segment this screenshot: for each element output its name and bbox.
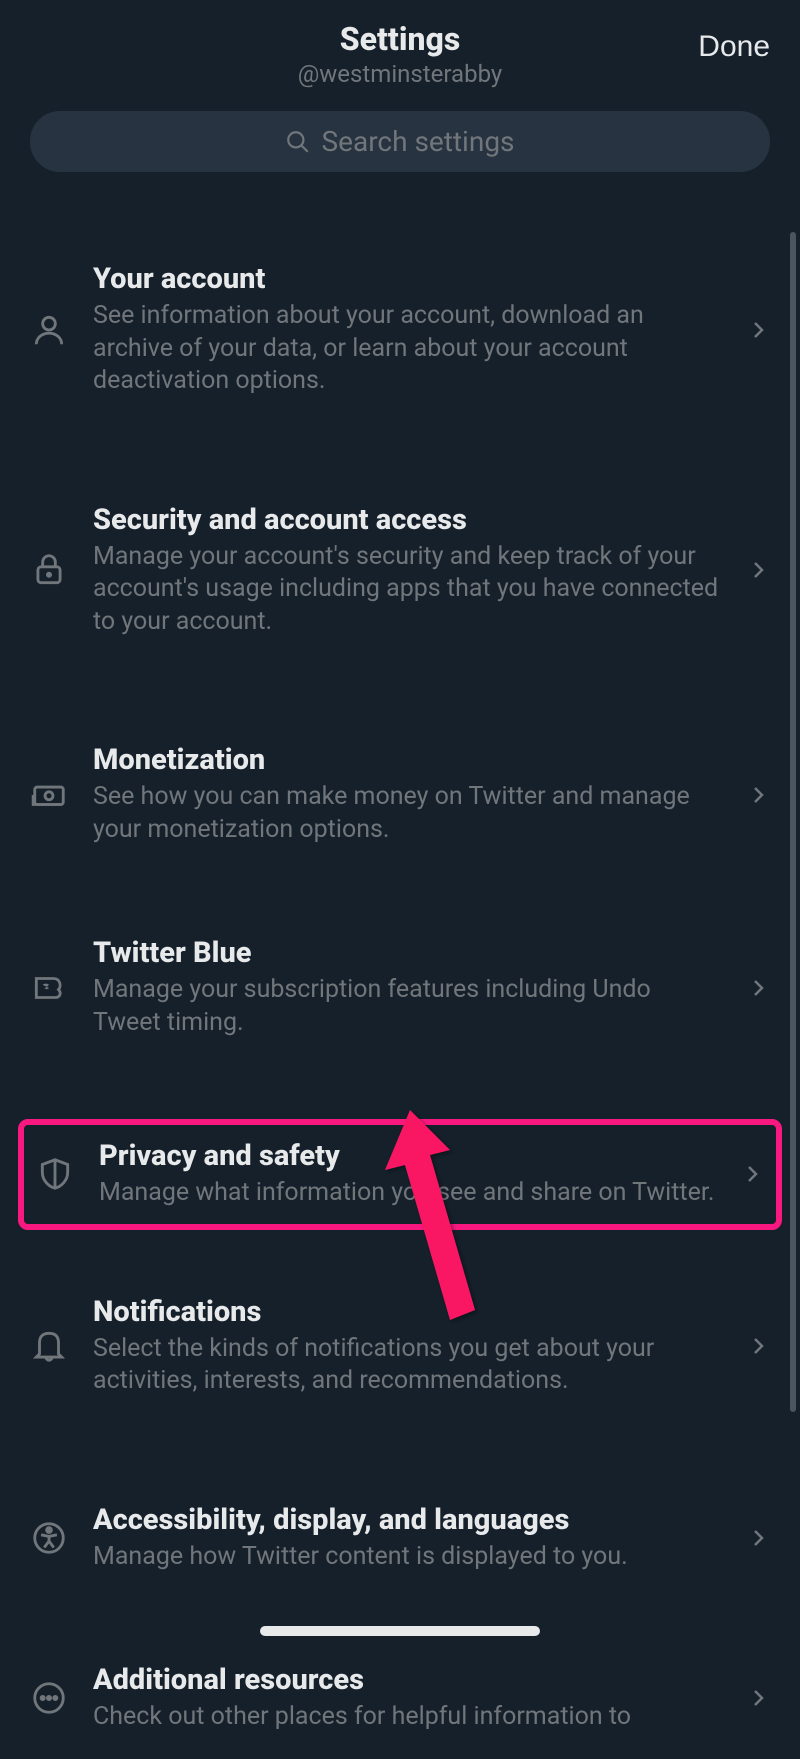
item-description: Manage how Twitter content is displayed … xyxy=(93,1541,721,1574)
chevron-right-icon xyxy=(746,1334,770,1358)
lock-icon xyxy=(30,551,68,589)
item-description: Manage your account's security and keep … xyxy=(93,541,721,639)
shield-icon xyxy=(36,1155,74,1193)
chevron-right-icon xyxy=(746,1526,770,1550)
list-item-twitter-blue[interactable]: Twitter Blue Manage your subscription fe… xyxy=(0,911,800,1064)
item-description: Manage your subscription features includ… xyxy=(93,974,721,1039)
done-button[interactable]: Done xyxy=(698,30,770,64)
settings-list: Your account See information about your … xyxy=(0,202,800,1759)
header: Settings @westminsterabby Done xyxy=(0,0,800,103)
search-container: Search settings xyxy=(0,111,800,172)
item-content: Privacy and safety Manage what informati… xyxy=(99,1139,715,1210)
search-icon xyxy=(285,129,311,155)
item-title: Your account xyxy=(93,262,721,296)
more-icon xyxy=(30,1679,68,1717)
item-description: Manage what information you see and shar… xyxy=(99,1177,715,1210)
accessibility-icon xyxy=(30,1519,68,1557)
username-subtitle: @westminsterabby xyxy=(30,60,770,88)
list-item-monetization[interactable]: Monetization See how you can make money … xyxy=(0,718,800,871)
item-content: Monetization See how you can make money … xyxy=(93,743,721,846)
item-content: Additional resources Check out other pla… xyxy=(93,1663,721,1734)
chevron-right-icon xyxy=(746,783,770,807)
item-content: Twitter Blue Manage your subscription fe… xyxy=(93,936,721,1039)
item-description: See information about your account, down… xyxy=(93,300,721,398)
search-placeholder: Search settings xyxy=(321,125,514,158)
list-item-privacy-safety[interactable]: Privacy and safety Manage what informati… xyxy=(18,1119,782,1230)
search-input[interactable]: Search settings xyxy=(30,111,770,172)
item-title: Twitter Blue xyxy=(93,936,721,970)
list-item-accessibility[interactable]: Accessibility, display, and languages Ma… xyxy=(0,1478,800,1599)
item-content: Notifications Select the kinds of notifi… xyxy=(93,1295,721,1398)
chevron-right-icon xyxy=(746,558,770,582)
money-icon xyxy=(30,776,68,814)
item-title: Additional resources xyxy=(93,1663,721,1697)
item-content: Your account See information about your … xyxy=(93,262,721,398)
twitter-blue-icon xyxy=(30,969,68,1007)
chevron-right-icon xyxy=(746,1686,770,1710)
item-description: Check out other places for helpful infor… xyxy=(93,1701,721,1734)
page-title: Settings xyxy=(30,20,770,58)
person-icon xyxy=(30,311,68,349)
item-title: Privacy and safety xyxy=(99,1139,715,1173)
list-item-security[interactable]: Security and account access Manage your … xyxy=(0,478,800,664)
list-item-your-account[interactable]: Your account See information about your … xyxy=(0,237,800,423)
item-title: Monetization xyxy=(93,743,721,777)
item-content: Security and account access Manage your … xyxy=(93,503,721,639)
item-description: Select the kinds of notifications you ge… xyxy=(93,1333,721,1398)
item-content: Accessibility, display, and languages Ma… xyxy=(93,1503,721,1574)
item-description: See how you can make money on Twitter an… xyxy=(93,781,721,846)
list-item-notifications[interactable]: Notifications Select the kinds of notifi… xyxy=(0,1270,800,1423)
item-title: Notifications xyxy=(93,1295,721,1329)
bell-icon xyxy=(30,1327,68,1365)
list-item-additional-resources[interactable]: Additional resources Check out other pla… xyxy=(0,1638,800,1759)
chevron-right-icon xyxy=(740,1162,764,1186)
chevron-right-icon xyxy=(746,976,770,1000)
item-title: Accessibility, display, and languages xyxy=(93,1503,721,1537)
chevron-right-icon xyxy=(746,318,770,342)
item-title: Security and account access xyxy=(93,503,721,537)
home-indicator xyxy=(260,1626,540,1636)
